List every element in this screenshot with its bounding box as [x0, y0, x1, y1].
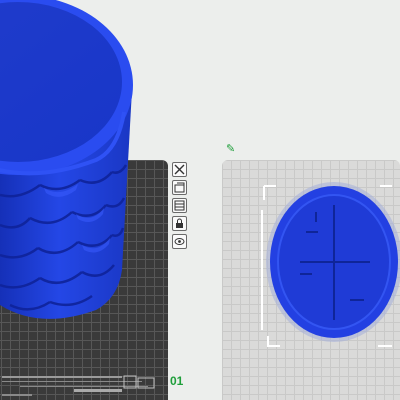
- models-layer: [0, 0, 400, 347]
- 3d-viewport[interactable]: 01 ✎: [0, 0, 400, 400]
- coaster-lid[interactable]: [266, 182, 400, 342]
- dragon-scale-cup[interactable]: [0, 0, 133, 319]
